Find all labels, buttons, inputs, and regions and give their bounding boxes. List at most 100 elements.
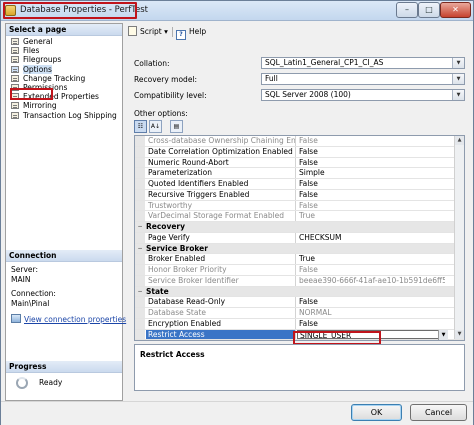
property-row[interactable]: Honor Broker Priority False [135, 265, 464, 276]
property-row[interactable]: Cross-database Ownership Chaining Enable… [135, 136, 464, 147]
alphabetical-sort-button[interactable]: A↓ [149, 120, 162, 133]
collapse-icon[interactable]: − [135, 286, 145, 297]
property-row[interactable]: Service Broker Identifier beeae390-666f-4… [135, 275, 464, 287]
connection-value: Main\Pinal [11, 298, 50, 308]
recovery-model-dropdown[interactable]: Full ▼ [261, 73, 465, 85]
property-row[interactable]: VarDecimal Storage Format Enabled True [135, 211, 464, 222]
collapse-icon[interactable]: − [135, 243, 145, 254]
property-row[interactable]: Database Read-Only False [135, 297, 464, 308]
page-icon [11, 38, 19, 45]
chevron-down-icon[interactable]: ▼ [452, 58, 464, 68]
page-icon [11, 111, 19, 119]
page-icon [11, 102, 19, 110]
select-page-header: Select a page [6, 24, 122, 36]
script-button[interactable]: Script ▾ [128, 25, 168, 39]
collation-value: SQL_Latin1_General_CP1_CI_AS [265, 58, 384, 67]
page-item-general[interactable]: General [6, 37, 122, 46]
scroll-down-arrow-icon[interactable]: ▼ [455, 330, 464, 339]
property-description: Restrict Access [134, 344, 465, 391]
row-gutter [135, 308, 145, 318]
property-value: Simple [299, 168, 325, 178]
property-name: Restrict Access [146, 329, 296, 340]
scroll-up-arrow-icon[interactable]: ▲ [455, 136, 464, 145]
title-bar[interactable]: Database Properties - PerfTest – □ ✕ [1, 1, 473, 21]
cancel-button[interactable]: Cancel [410, 404, 467, 421]
row-gutter [135, 297, 145, 307]
category-name: Service Broker [146, 243, 208, 253]
property-row[interactable]: Encryption Enabled False [135, 318, 464, 330]
property-name: VarDecimal Storage Format Enabled [146, 211, 296, 221]
collapse-icon[interactable]: − [135, 222, 145, 232]
chevron-down-icon[interactable]: ▼ [452, 74, 464, 84]
dialog-button-bar: OK Cancel [1, 401, 473, 425]
server-value: MAIN [11, 274, 31, 284]
property-grid-scrollbar[interactable]: ▲ ▼ [454, 136, 464, 339]
left-pane: Select a page General Files Filegroups O… [5, 23, 126, 401]
page-item-filegroups[interactable]: Filegroups [6, 55, 122, 64]
property-row[interactable]: Page Verify CHECKSUM [135, 232, 464, 244]
property-name: Numeric Round-Abort [146, 157, 296, 168]
page-item-options[interactable]: Options [6, 64, 122, 74]
database-properties-window: Database Properties - PerfTest – □ ✕ Sel… [0, 0, 474, 425]
property-row[interactable]: Recursive Triggers Enabled False [135, 189, 464, 201]
property-value: False [299, 179, 318, 188]
title-highlight-box [3, 2, 137, 19]
property-category-row[interactable]: − Service Broker [135, 243, 464, 255]
category-name: State [146, 286, 169, 296]
property-name: Page Verify [146, 232, 296, 243]
page-label: Files [23, 46, 40, 56]
collation-dropdown[interactable]: SQL_Latin1_General_CP1_CI_AS ▼ [261, 57, 465, 69]
property-value: True [299, 211, 315, 221]
property-value: False [299, 265, 318, 274]
property-pages-button[interactable]: ▤ [170, 120, 183, 133]
ok-button[interactable]: OK [351, 404, 402, 421]
row-gutter [135, 329, 145, 340]
category-name: Recovery [146, 222, 186, 231]
property-name: Database State [146, 308, 296, 318]
property-category-row[interactable]: − Recovery [135, 222, 464, 233]
property-value: False [299, 318, 318, 328]
property-row[interactable]: Quoted Identifiers Enabled False [135, 179, 464, 190]
property-row[interactable]: Database State NORMAL [135, 308, 464, 319]
property-value: False [299, 189, 318, 199]
minimize-button[interactable]: – [396, 2, 418, 18]
help-button[interactable]: ? Help [176, 25, 206, 40]
row-gutter [135, 200, 145, 211]
row-gutter [135, 168, 145, 178]
view-connection-properties-link[interactable]: View connection properties [11, 314, 126, 324]
property-row[interactable]: Numeric Round-Abort False [135, 157, 464, 169]
page-item-change-tracking[interactable]: Change Tracking [6, 74, 122, 83]
property-row[interactable]: Date Correlation Optimization Enabled Fal… [135, 146, 464, 158]
recovery-model-value: Full [265, 74, 278, 83]
property-name: Database Read-Only [146, 297, 296, 307]
close-button[interactable]: ✕ [440, 2, 471, 18]
page-item-files[interactable]: Files [6, 46, 122, 55]
property-value: CHECKSUM [299, 232, 342, 242]
page-item-transaction-log-shipping[interactable]: Transaction Log Shipping [6, 111, 122, 120]
row-gutter [135, 232, 145, 243]
property-row[interactable]: Trustworthy False [135, 200, 464, 212]
property-name: Date Correlation Optimization Enabled [146, 146, 296, 157]
options-highlight-box [10, 88, 53, 100]
page-icon [11, 74, 19, 82]
chevron-down-icon[interactable]: ▼ [438, 329, 448, 340]
chevron-down-icon: ▾ [164, 27, 168, 36]
maximize-button[interactable]: □ [418, 2, 440, 18]
server-label: Server: [11, 265, 38, 274]
property-value: beeae390-666f-41af-ae10-1b591de6ff52 [299, 275, 445, 285]
property-value: False [299, 136, 318, 145]
property-row[interactable]: Parameterization Simple [135, 168, 464, 179]
page-label: Transaction Log Shipping [23, 110, 117, 120]
chevron-down-icon[interactable]: ▼ [452, 90, 464, 100]
categorized-view-button[interactable]: ☷ [134, 120, 147, 133]
page-icon [11, 47, 19, 55]
collation-label: Collation: [134, 59, 170, 68]
other-options-label: Other options: [134, 109, 188, 118]
property-category-row[interactable]: − State [135, 286, 464, 298]
property-name: Broker Enabled [146, 254, 296, 264]
page-item-mirroring[interactable]: Mirroring [6, 101, 122, 110]
property-value: False [299, 200, 318, 210]
property-row[interactable]: Broker Enabled True [135, 254, 464, 265]
page-label: Mirroring [23, 101, 57, 111]
compatibility-level-dropdown[interactable]: SQL Server 2008 (100) ▼ [261, 89, 465, 101]
